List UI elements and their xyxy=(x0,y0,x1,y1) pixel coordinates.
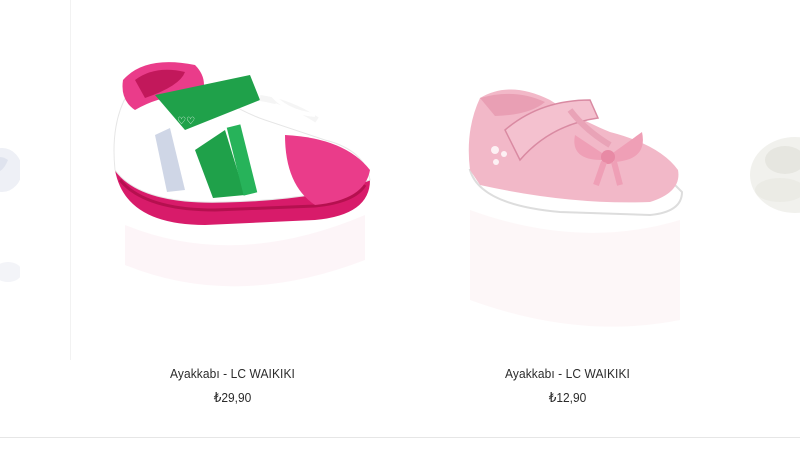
product-image[interactable] xyxy=(740,20,800,350)
product-name[interactable]: Ayakkabı - LC WAIKIKI xyxy=(432,366,703,381)
product-image[interactable] xyxy=(0,20,20,350)
product-name[interactable]: Ayakkabı - LC WAIKIKI xyxy=(97,366,368,381)
divider xyxy=(0,437,800,438)
product-price: ₺29,90 xyxy=(213,390,252,405)
product-card-partial-right[interactable] xyxy=(740,0,800,430)
svg-text:♡♡: ♡♡ xyxy=(177,116,195,127)
pink-baby-shoe-image[interactable] xyxy=(420,20,715,350)
product-card-partial-left[interactable] xyxy=(0,0,20,430)
product-price: ₺12,90 xyxy=(548,390,587,405)
product-card[interactable]: Ayakkabı - LC WAIKIKI ₺12,90 xyxy=(420,0,715,430)
product-carousel: ♡♡ Ayakkabı - LC WAIKIKI ₺29,90 Ayakkabı… xyxy=(0,0,800,438)
pink-green-sneaker-image[interactable]: ♡♡ xyxy=(85,20,380,350)
divider xyxy=(70,0,71,360)
product-card[interactable]: ♡♡ Ayakkabı - LC WAIKIKI ₺29,90 xyxy=(85,0,380,430)
